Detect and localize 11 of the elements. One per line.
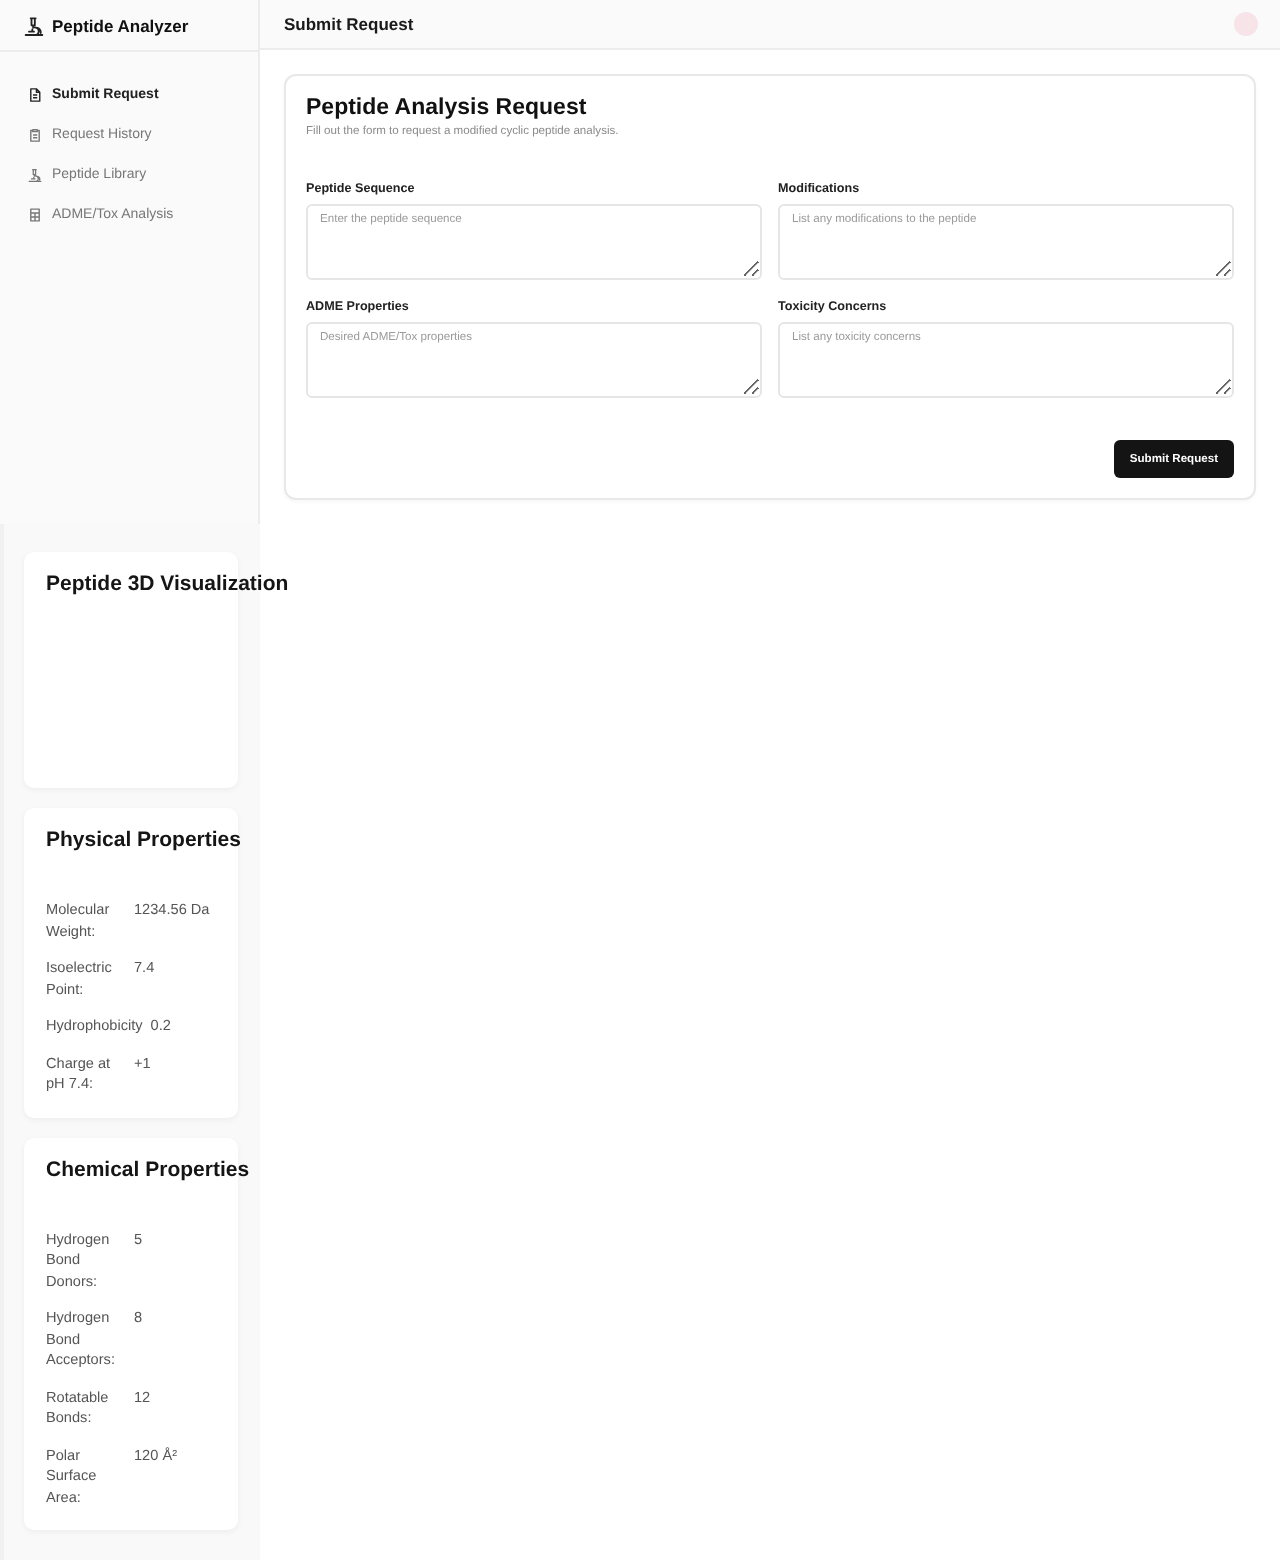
panel-title: Peptide 3D Visualization	[46, 572, 289, 598]
clipboard-icon	[28, 127, 42, 141]
document-icon	[28, 87, 42, 101]
form-title: Peptide Analysis Request	[306, 96, 589, 120]
microscope-icon	[28, 167, 42, 181]
microscope-logo-icon	[24, 15, 44, 35]
panel-title: Physical Properties	[46, 828, 241, 854]
panel-title: Chemical Properties	[46, 1157, 250, 1183]
page-title: Submit Request	[284, 14, 414, 34]
table-icon	[28, 207, 42, 221]
app-title: Peptide Analyzer	[52, 15, 189, 35]
